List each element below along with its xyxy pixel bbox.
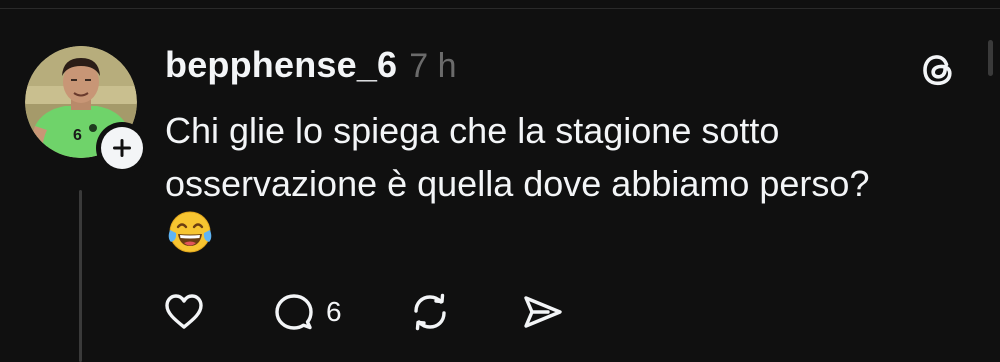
heart-icon <box>165 294 203 329</box>
svg-text:6: 6 <box>73 127 82 144</box>
thread-line <box>79 190 82 362</box>
comment-icon <box>275 294 313 330</box>
reply-button[interactable]: 6 <box>270 288 342 336</box>
post-text: Chi glie lo spiega che la stagione sotto… <box>165 110 870 204</box>
send-icon <box>524 296 562 328</box>
avatar-container[interactable]: 6 <box>25 46 148 174</box>
threads-logo <box>923 55 952 86</box>
top-divider <box>0 8 1000 9</box>
timestamp: 7 h <box>409 47 457 85</box>
share-button[interactable] <box>518 288 566 336</box>
repost-icon <box>414 293 446 331</box>
scrollbar[interactable] <box>988 40 993 76</box>
repost-button[interactable] <box>406 288 454 336</box>
like-button[interactable] <box>160 288 208 336</box>
post-header: bepphense_6 7 h <box>165 44 457 94</box>
username[interactable]: bepphense_6 <box>165 44 397 86</box>
tears-of-joy-emoji <box>168 211 212 253</box>
plus-icon <box>113 139 131 157</box>
follow-button[interactable] <box>96 122 148 174</box>
reply-count: 6 <box>326 296 342 327</box>
